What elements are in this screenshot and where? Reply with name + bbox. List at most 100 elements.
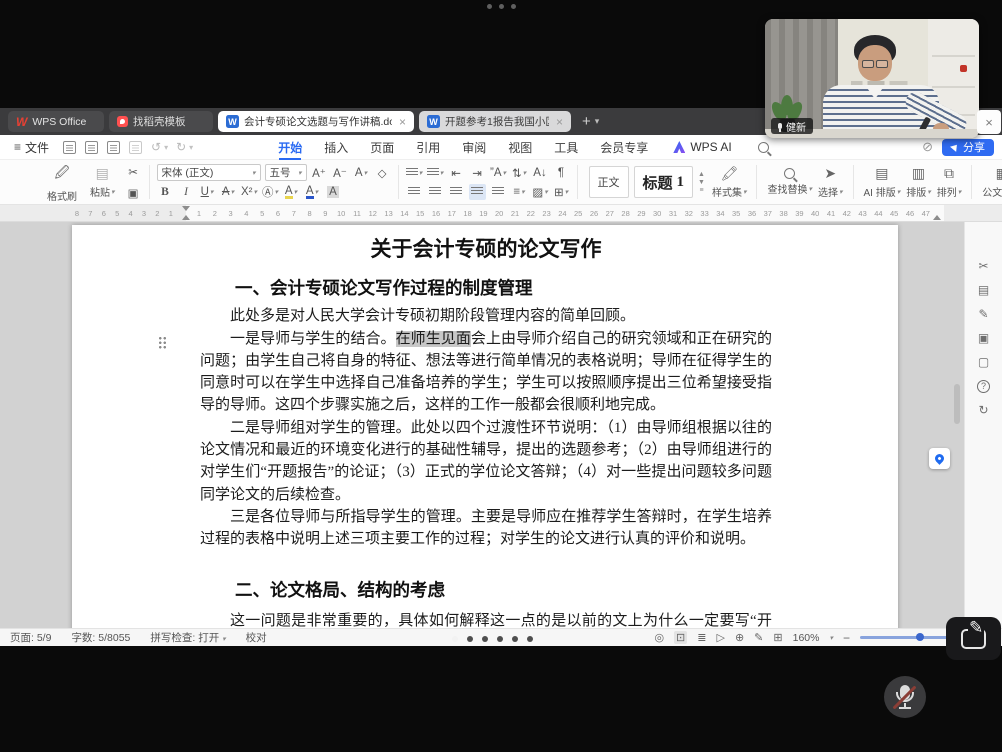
- decrease-indent-button[interactable]: ⇤: [448, 165, 465, 181]
- font-family-select[interactable]: 宋体 (正文)▾: [157, 164, 261, 181]
- wps-ai-menu[interactable]: WPS AI: [690, 140, 731, 154]
- highlight-color-button[interactable]: A▾: [283, 184, 300, 200]
- tab-docer-templates[interactable]: 找稻壳模板: [109, 111, 213, 132]
- align-center-button[interactable]: [427, 184, 444, 200]
- format-painter-button[interactable]: 🖉 格式刷: [44, 162, 80, 203]
- undo-caret-icon[interactable]: ▾: [164, 143, 168, 152]
- layout-button[interactable]: ▥ 排版▾: [903, 165, 934, 199]
- distribute-button[interactable]: [490, 184, 507, 200]
- ai-layout-button[interactable]: ▤ AI 排版▾: [861, 165, 904, 199]
- copy-button[interactable]: ▣: [125, 185, 142, 201]
- gallery-down-icon[interactable]: ▼: [698, 179, 705, 186]
- annotation-tool-button[interactable]: ✎: [946, 617, 1001, 660]
- clip-tool-icon[interactable]: ✂: [978, 260, 988, 273]
- font-color-button[interactable]: A▾: [304, 184, 321, 200]
- style-set-button[interactable]: 🖍 样式集▾: [709, 165, 750, 199]
- zoom-caret-icon[interactable]: ▾: [829, 634, 833, 642]
- adjust-panel-icon[interactable]: ▤: [978, 284, 989, 297]
- spellcheck-status[interactable]: 拼写检查: 打开 ▾: [150, 630, 225, 645]
- shape-tool-icon[interactable]: ▢: [978, 356, 989, 369]
- search-icon[interactable]: [758, 142, 769, 153]
- select-button[interactable]: ➤ 选择▾: [815, 165, 846, 199]
- phonetic-guide-button[interactable]: Ⓐ▾: [262, 184, 279, 200]
- align-right-button[interactable]: [448, 184, 465, 200]
- tab-document-2[interactable]: W 开题参考1报告我国小区物业会计 ×: [419, 111, 571, 132]
- gallery-more-icon[interactable]: ≡: [699, 187, 703, 194]
- borders-button[interactable]: ⊞▾: [553, 184, 570, 200]
- outline-view-icon[interactable]: ≣: [697, 631, 706, 644]
- print-preview-icon[interactable]: [107, 141, 120, 154]
- menu-tab-开始[interactable]: 开始: [267, 135, 313, 159]
- menu-tab-工具[interactable]: 工具: [543, 135, 589, 159]
- eye-protect-icon[interactable]: ◎: [654, 631, 664, 644]
- ruler[interactable]: 8765432112345678910111213141516171819202…: [0, 205, 1002, 222]
- window-close-button[interactable]: ×: [977, 110, 1001, 134]
- bold-button[interactable]: B: [157, 184, 174, 200]
- word-count[interactable]: 字数: 5/8055: [71, 630, 130, 645]
- zoom-out-button[interactable]: −: [843, 631, 850, 645]
- style-heading1[interactable]: 标题 1: [634, 166, 694, 198]
- tab-list-caret-icon[interactable]: ▾: [595, 116, 600, 127]
- increase-font-button[interactable]: A⁺: [311, 165, 328, 181]
- menu-tab-页面[interactable]: 页面: [359, 135, 405, 159]
- sync-refresh-icon[interactable]: ↻: [978, 404, 988, 417]
- print-icon[interactable]: [85, 141, 98, 154]
- cloud-sync-icon[interactable]: [129, 141, 142, 154]
- menu-tab-视图[interactable]: 视图: [497, 135, 543, 159]
- zoom-slider-thumb[interactable]: [916, 633, 924, 641]
- tab-document-active[interactable]: W 会计专硕论文选题与写作讲稿.do ×: [218, 111, 414, 132]
- style-normal[interactable]: 正文: [589, 166, 629, 198]
- menu-tab-审阅[interactable]: 审阅: [451, 135, 497, 159]
- shading-button[interactable]: ▨▾: [532, 184, 549, 200]
- fit-page-icon[interactable]: ⊞: [773, 631, 782, 644]
- find-replace-button[interactable]: 查找替换▾: [764, 168, 815, 196]
- proofread-button[interactable]: 校对: [246, 630, 267, 645]
- edit-tools-icon[interactable]: ✎: [978, 308, 988, 321]
- font-size-select[interactable]: 五号▾: [265, 164, 307, 181]
- help-icon[interactable]: ?: [977, 380, 990, 393]
- microphone-muted-button[interactable]: [884, 676, 926, 718]
- redo-icon[interactable]: ↻: [176, 140, 186, 154]
- right-indent-marker[interactable]: [933, 211, 941, 220]
- paste-button[interactable]: ▤ 粘贴▾: [87, 162, 118, 203]
- justify-button[interactable]: [469, 184, 486, 200]
- superscript-button[interactable]: X²▾: [241, 184, 258, 200]
- read-mode-icon[interactable]: ▷: [716, 631, 724, 644]
- more-caret-icon[interactable]: ▾: [189, 143, 193, 152]
- arrange-button[interactable]: ⧉ 排列▾: [934, 165, 965, 199]
- strikethrough-button[interactable]: A▾: [220, 184, 237, 200]
- sort-button[interactable]: A↓: [532, 165, 549, 181]
- italic-button[interactable]: I: [178, 184, 195, 200]
- document-page[interactable]: 关于会计专硕的论文写作 一、会计专硕论文写作过程的制度管理 此处多是对人民大学会…: [72, 225, 898, 628]
- vertical-scrollbar[interactable]: [953, 222, 961, 628]
- underline-button[interactable]: U▾: [199, 184, 216, 200]
- location-pin-button[interactable]: [929, 448, 950, 469]
- menu-tab-会员专享[interactable]: 会员专享: [589, 135, 659, 159]
- gallery-up-icon[interactable]: ▲: [698, 171, 705, 178]
- menu-tab-引用[interactable]: 引用: [405, 135, 451, 159]
- tab-wps-home[interactable]: W WPS Office: [8, 111, 104, 132]
- left-indent-marker[interactable]: [182, 211, 190, 220]
- web-view-icon[interactable]: ⊕: [735, 631, 744, 644]
- zoom-level[interactable]: 160%: [793, 632, 820, 644]
- webcam-overlay[interactable]: 健新: [765, 19, 979, 138]
- tab-close-icon[interactable]: ×: [397, 115, 406, 129]
- clear-format-button[interactable]: ◇: [374, 165, 391, 181]
- page-view-icon[interactable]: ⊡: [674, 631, 687, 644]
- paragraph-drag-handle[interactable]: [158, 336, 167, 349]
- bullet-list-button[interactable]: ▾: [406, 165, 423, 181]
- increase-indent-button[interactable]: ⇥: [469, 165, 486, 181]
- image-edit-icon[interactable]: ▣: [978, 332, 989, 345]
- official-doc-mode-button[interactable]: ▦ 公文模式: [979, 165, 1002, 199]
- menu-tab-插入[interactable]: 插入: [313, 135, 359, 159]
- offline-status-icon[interactable]: ⊘: [922, 139, 933, 155]
- zoom-slider[interactable]: [860, 636, 952, 639]
- line-break-button[interactable]: ⇅▾: [511, 165, 528, 181]
- share-button[interactable]: 分享: [942, 139, 994, 156]
- cut-button[interactable]: ✂: [125, 164, 142, 180]
- line-spacing-button[interactable]: ≡▾: [511, 184, 528, 200]
- show-marks-button[interactable]: ¶: [553, 165, 570, 181]
- text-effects-button[interactable]: A▾: [353, 165, 370, 181]
- char-shading-button[interactable]: A: [325, 184, 342, 200]
- save-icon[interactable]: [63, 141, 76, 154]
